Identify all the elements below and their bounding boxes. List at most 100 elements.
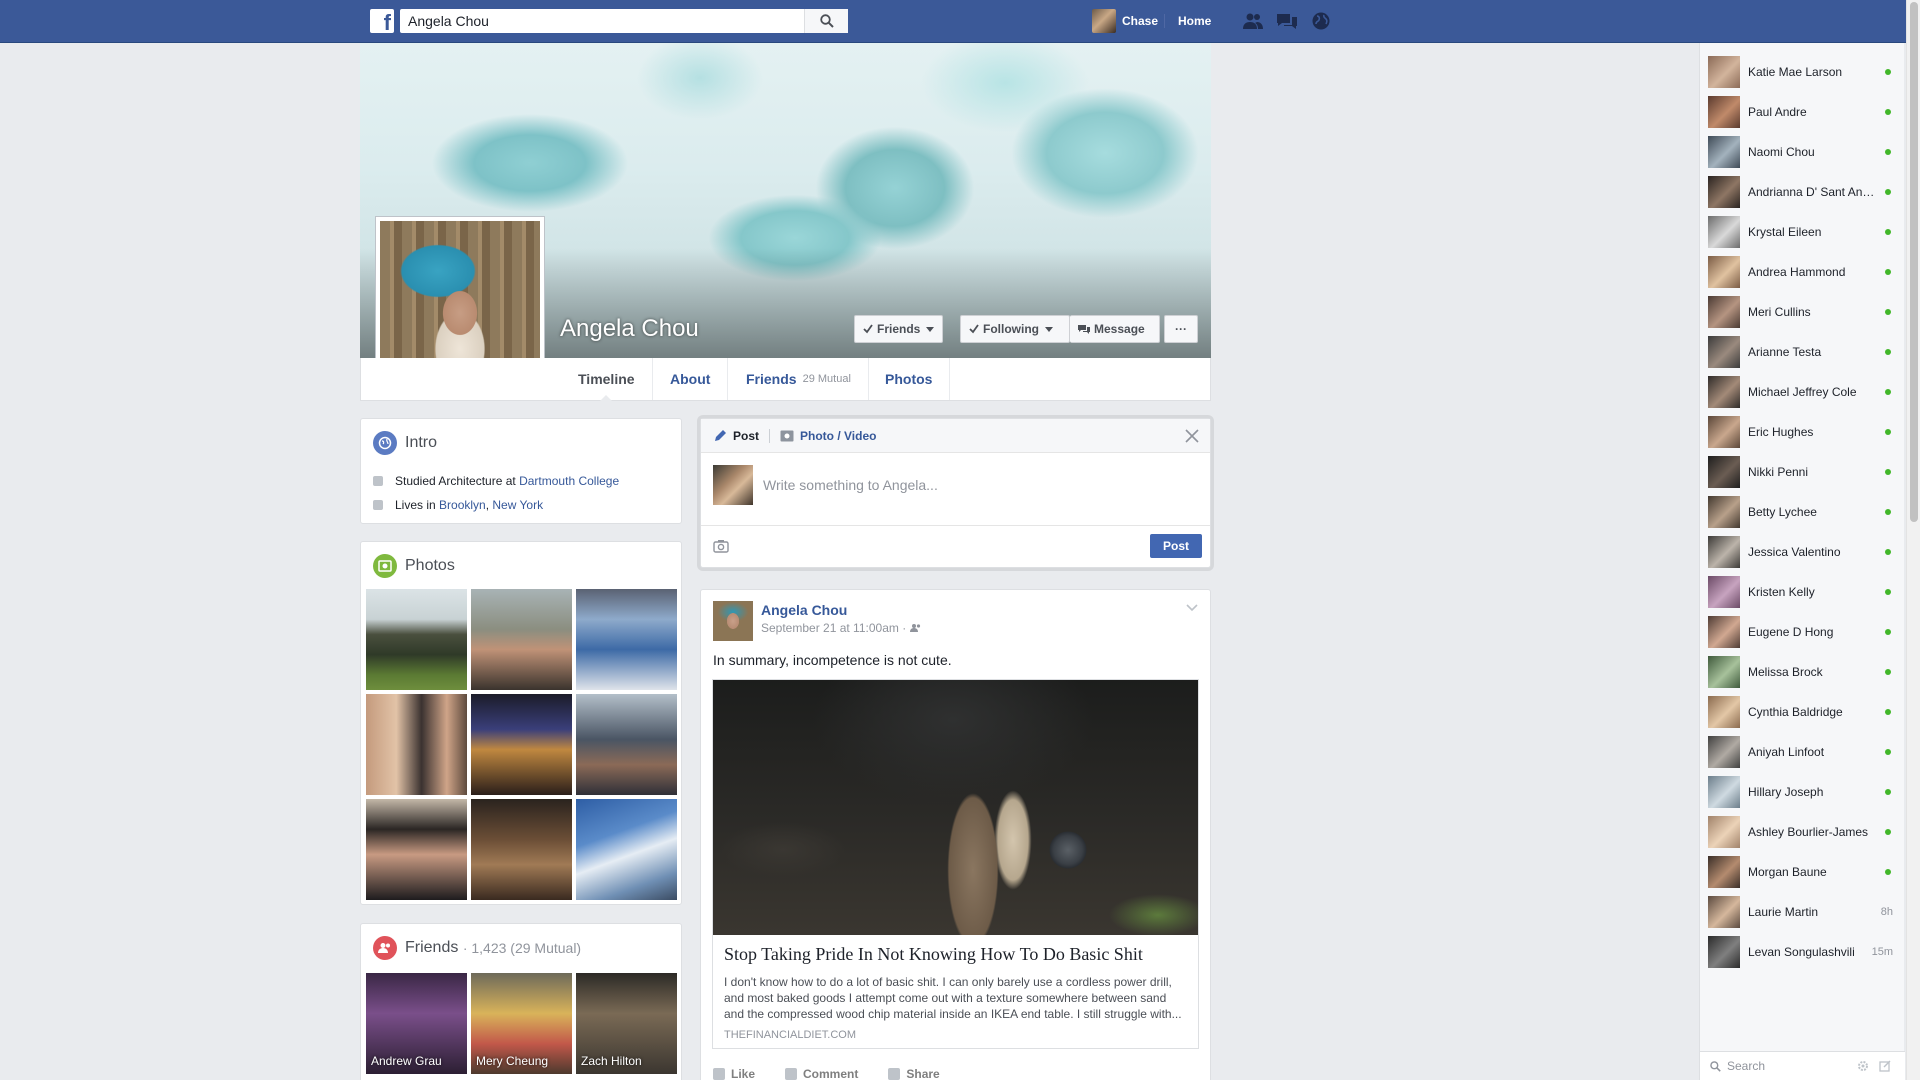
chat-contact-avatar [1708, 96, 1740, 128]
tab-about[interactable]: About [653, 358, 729, 400]
chat-contact-avatar [1708, 696, 1740, 728]
photo-thumbnail[interactable] [471, 799, 572, 900]
story-author-name[interactable]: Angela Chou [761, 602, 847, 618]
chat-contact[interactable]: Levan Songulashvili 15m [1700, 932, 1905, 972]
gear-icon[interactable] [1857, 1060, 1869, 1072]
school-link[interactable]: Dartmouth College [519, 474, 619, 488]
photo-thumbnail[interactable] [366, 589, 467, 690]
top-navigation-bar: Chase Home [0, 0, 1920, 43]
last-active-time: 15m [1871, 946, 1893, 958]
chat-contact[interactable]: Kristen Kelly [1700, 572, 1905, 612]
photos-card: Photos [360, 541, 682, 905]
photo-thumbnail[interactable] [576, 694, 677, 795]
photo-thumbnail[interactable] [576, 799, 677, 900]
photo-thumbnail[interactable] [576, 589, 677, 690]
home-link[interactable]: Home [1178, 14, 1211, 28]
globe-icon [373, 431, 397, 455]
chat-contact[interactable]: Ashley Bourlier-James [1700, 812, 1905, 852]
composer-tab-post[interactable]: Post [713, 429, 759, 443]
pencil-icon [715, 429, 726, 441]
story-author-avatar[interactable] [713, 601, 753, 641]
online-status-dot [1885, 869, 1891, 875]
mutual-friends-count: 29 Mutual [802, 373, 851, 385]
chat-contact[interactable]: Paul Andre [1700, 92, 1905, 132]
tab-timeline[interactable]: Timeline [561, 358, 653, 401]
chat-contact[interactable]: Betty Lychee [1700, 492, 1905, 532]
facebook-logo-icon[interactable] [370, 9, 394, 36]
chat-contact[interactable]: Morgan Baune [1700, 852, 1905, 892]
chat-contact[interactable]: Krystal Eileen [1700, 212, 1905, 252]
chat-contact[interactable]: Naomi Chou [1700, 132, 1905, 172]
chat-contact-avatar [1708, 616, 1740, 648]
friends-header[interactable]: Friends · 1,423 (29 Mutual) [373, 936, 581, 960]
photo-thumbnail[interactable] [366, 799, 467, 900]
profile-name[interactable]: Angela Chou [560, 315, 699, 343]
chat-contact[interactable]: Michael Jeffrey Cole [1700, 372, 1905, 412]
state-link[interactable]: New York [492, 498, 543, 512]
photo-thumbnail[interactable] [366, 694, 467, 795]
composer-tab-post-label: Post [733, 428, 760, 443]
friend-requests-icon[interactable] [1242, 11, 1264, 31]
friends-icon [373, 936, 397, 960]
page-scrollbar[interactable] [1906, 0, 1920, 1080]
friend-tile[interactable]: Mery Cheung [471, 973, 572, 1074]
tab-photos[interactable]: Photos [868, 358, 951, 400]
chat-contact[interactable]: Melissa Brock [1700, 652, 1905, 692]
chat-contact[interactable]: Hillary Joseph [1700, 772, 1905, 812]
friend-tile[interactable]: Andrew Grau [366, 973, 467, 1074]
page-scrollbar-thumb[interactable] [1910, 2, 1918, 522]
chat-contact[interactable]: Katie Mae Larson [1700, 52, 1905, 92]
chat-contact[interactable]: Cynthia Baldridge [1700, 692, 1905, 732]
like-button[interactable]: Like [713, 1067, 755, 1080]
photo-thumbnail[interactable] [471, 694, 572, 795]
share-button[interactable]: Share [888, 1067, 940, 1080]
chat-contact[interactable]: Meri Cullins [1700, 292, 1905, 332]
online-status-dot [1885, 629, 1891, 635]
friend-tile[interactable]: Zach Hilton [576, 973, 677, 1074]
intro-title: Intro [405, 434, 438, 451]
chat-contact[interactable]: Arianne Testa [1700, 332, 1905, 372]
chat-contact[interactable]: Andrianna D' Sant Angelo [1700, 172, 1905, 212]
following-button[interactable]: Following [960, 315, 1070, 343]
comment-button[interactable]: Comment [785, 1067, 858, 1080]
chat-contact[interactable]: Eugene D Hong [1700, 612, 1905, 652]
online-status-dot [1885, 549, 1891, 555]
chat-contact-avatar [1708, 936, 1740, 968]
more-options-button[interactable]: ··· [1164, 315, 1198, 343]
camera-icon[interactable] [713, 539, 729, 553]
link-preview[interactable]: Stop Taking Pride In Not Knowing How To … [712, 679, 1199, 1049]
chat-contact[interactable]: Nikki Penni [1700, 452, 1905, 492]
user-avatar [1092, 9, 1116, 33]
friends-audience-icon[interactable] [910, 623, 922, 633]
chevron-down-icon[interactable] [1186, 604, 1198, 612]
tab-friends[interactable]: Friends 29 Mutual [729, 358, 869, 400]
chat-contact[interactable]: Laurie Martin 8h [1700, 892, 1905, 932]
photos-header[interactable]: Photos [373, 554, 455, 578]
chat-contact[interactable]: Aniyah Linfoot [1700, 732, 1905, 772]
chat-contact-name: Hillary Joseph [1748, 785, 1824, 799]
story-timestamp[interactable]: September 21 at 11:00am · [761, 621, 906, 635]
message-button[interactable]: Message [1070, 315, 1160, 343]
city-link[interactable]: Brooklyn [439, 498, 486, 512]
post-button[interactable]: Post [1149, 534, 1202, 558]
new-message-icon[interactable] [1879, 1060, 1891, 1072]
profile-nav-link[interactable]: Chase [1092, 9, 1158, 33]
composer-tab-photo-video[interactable]: Photo / Video [780, 429, 876, 443]
profile-tabs: Timeline About Friends 29 Mutual Photos [360, 358, 1211, 401]
search-input[interactable] [400, 9, 810, 33]
close-icon[interactable] [1184, 428, 1200, 444]
composer-user-avatar [713, 465, 753, 505]
composer-text-input[interactable] [763, 477, 1183, 493]
chat-contact[interactable]: Andrea Hammond [1700, 252, 1905, 292]
chat-search-input[interactable] [1727, 1059, 1847, 1073]
composer-tab-photo-video-label: Photo / Video [800, 428, 877, 443]
photo-thumbnail[interactable] [471, 589, 572, 690]
search-box [400, 9, 848, 33]
chat-contact[interactable]: Eric Hughes [1700, 412, 1905, 452]
search-button[interactable] [804, 9, 848, 33]
link-preview-title: Stop Taking Pride In Not Knowing How To … [724, 944, 1143, 964]
notifications-globe-icon[interactable] [1310, 11, 1332, 31]
friends-button[interactable]: Friends [854, 315, 944, 343]
messages-icon[interactable] [1276, 11, 1298, 31]
chat-contact[interactable]: Jessica Valentino [1700, 532, 1905, 572]
